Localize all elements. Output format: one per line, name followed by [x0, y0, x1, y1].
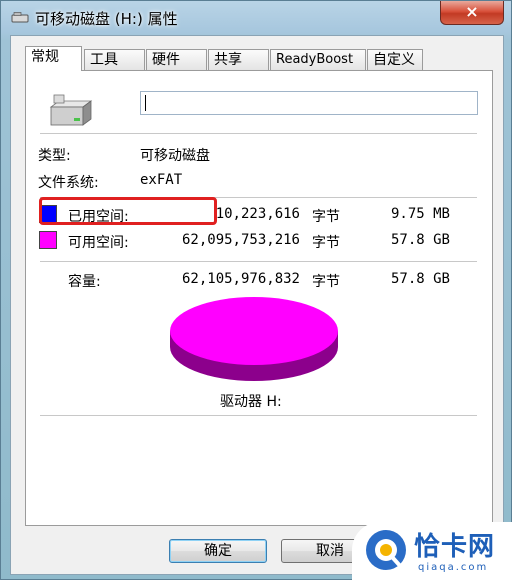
free-space-swatch [39, 231, 57, 249]
capacity-bytes: 62,105,976,832 [181, 271, 300, 287]
general-panel: 类型: 可移动磁盘 文件系统: exFAT 已用空间: 10,223,616 字… [25, 70, 493, 526]
tab-customize[interactable]: 自定义 [367, 49, 423, 70]
usage-pie-chart [170, 297, 338, 381]
filesystem-value: exFAT [140, 172, 183, 188]
tab-label: 常规 [31, 49, 59, 65]
tab-label: ReadyBoost [276, 52, 354, 67]
watermark-url: qiaqa.com [418, 562, 489, 573]
volume-name-input[interactable] [140, 91, 478, 115]
tab-readyboost[interactable]: ReadyBoost [270, 49, 366, 70]
filesystem-label: 文件系统: [38, 175, 99, 191]
used-space-bytes: 10,223,616 [215, 206, 300, 222]
watermark-logo-icon [366, 530, 406, 570]
removable-drive-icon [49, 94, 93, 126]
tab-tools[interactable]: 工具 [84, 49, 145, 70]
filesystem-highlight-box [39, 197, 217, 225]
drive-icon [11, 12, 29, 23]
title-bar[interactable]: 可移动磁盘 (H:) 属性 × [1, 1, 512, 35]
type-label: 类型: [38, 148, 71, 164]
tab-sharing[interactable]: 共享 [208, 49, 269, 70]
watermark: 恰卡网 qiaqa.com [352, 522, 512, 580]
drive-letter-label: 驱动器 H: [220, 394, 282, 410]
free-space-bytes: 62,095,753,216 [181, 232, 300, 248]
capacity-label: 容量: [68, 274, 101, 290]
close-button[interactable]: × [440, 1, 504, 25]
tab-label: 自定义 [373, 52, 415, 68]
capacity-unit: 字节 [312, 274, 340, 290]
free-space-unit: 字节 [312, 235, 340, 251]
watermark-name: 恰卡网 [414, 532, 496, 562]
type-value: 可移动磁盘 [140, 148, 210, 164]
tab-label: 硬件 [152, 52, 180, 68]
close-icon: × [465, 2, 479, 21]
tab-hardware[interactable]: 硬件 [146, 49, 207, 70]
used-space-unit: 字节 [312, 209, 340, 225]
ok-button[interactable]: 确定 [169, 539, 267, 563]
separator [40, 261, 477, 262]
separator [40, 415, 477, 416]
capacity-size: 57.8 GB [390, 271, 450, 287]
text-caret [145, 95, 146, 111]
used-space-size: 9.75 MB [390, 206, 450, 222]
tab-label: 工具 [90, 52, 118, 68]
separator [40, 133, 477, 134]
dialog-body: 常规 工具 硬件 共享 ReadyBoost 自定义 类型: 可移动磁盘 文件系… [10, 35, 504, 575]
properties-window: 可移动磁盘 (H:) 属性 × 常规 工具 硬件 共享 ReadyBoost 自… [0, 0, 512, 580]
free-space-size: 57.8 GB [390, 232, 450, 248]
tab-label: 共享 [214, 52, 242, 68]
free-space-slice [170, 297, 338, 365]
tab-general[interactable]: 常规 [25, 46, 82, 71]
window-title: 可移动磁盘 (H:) 属性 [35, 10, 178, 28]
free-space-label: 可用空间: [68, 235, 129, 251]
